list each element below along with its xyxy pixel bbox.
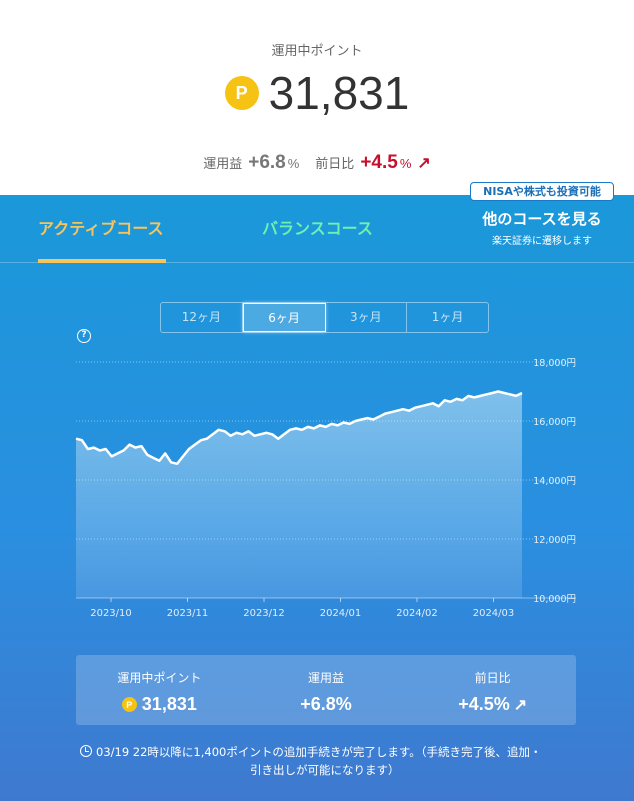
trend-up-icon: ↗	[513, 696, 528, 714]
summary-daily-label: 前日比	[474, 671, 511, 685]
notice-text: 03/19 22時以降に1,400ポイントの追加手続きが完了します。（手続き完了…	[80, 743, 580, 779]
daily-label: 前日比	[315, 157, 355, 172]
summary-box: 運用中ポイント P 31,831 運用益 +6.8% 前日比 +4.5% ↗	[76, 655, 576, 725]
course-panel: アクティブコース バランスコース NISAや株式も投資可能 他のコースを見る 楽…	[0, 182, 634, 801]
tab-balance-course[interactable]: バランスコース	[262, 215, 373, 239]
summary-profit: 運用益 +6.8%	[243, 655, 410, 725]
points-label: 運用中ポイント	[271, 44, 363, 59]
trend-up-icon: ↗	[417, 155, 431, 172]
notice-line2: 引き出しが可能になります）	[250, 763, 400, 777]
period-12m[interactable]: 12ヶ月	[161, 303, 243, 332]
points-value: 31,831	[268, 67, 410, 119]
point-coin-icon: P	[224, 76, 259, 110]
period-selector: 12ヶ月 6ヶ月 3ヶ月 1ヶ月	[160, 302, 489, 333]
point-coin-icon: P	[121, 697, 137, 712]
period-6m[interactable]: 6ヶ月	[242, 303, 326, 332]
summary-points-label: 運用中ポイント	[117, 671, 202, 685]
x-tick-label: 2023/12	[243, 608, 285, 619]
y-tick-label: 14,000円	[533, 476, 576, 487]
period-1m[interactable]: 1ヶ月	[407, 303, 488, 332]
summary-daily-value: +4.5%	[458, 694, 510, 714]
summary-points-value-row: P 31,831	[76, 694, 243, 715]
y-tick-label: 18,000円	[533, 358, 576, 369]
points-row: P 31,831	[0, 66, 634, 120]
points-chart: 18,000円 16,000円 14,000円 12,000円 10,000円 2023/…	[75, 358, 576, 619]
summary-profit-label: 運用益	[308, 671, 345, 685]
summary-profit-value: +6.8%	[300, 694, 352, 714]
y-tick-label: 10,000円	[533, 594, 576, 605]
y-tick-label: 12,000円	[533, 535, 576, 546]
help-icon[interactable]: ?	[77, 329, 91, 343]
summary-daily-value-row: +4.5% ↗	[409, 694, 576, 715]
clock-icon	[80, 745, 92, 757]
x-tick-label: 2024/02	[396, 608, 438, 619]
tab-active-course[interactable]: アクティブコース	[38, 215, 163, 239]
other-course-subtext: 楽天証券に遷移します	[492, 236, 592, 247]
daily-value: +4.5	[360, 152, 398, 173]
stats-row: 運用益 +6.8 % 前日比 +4.5 % ↗	[0, 152, 634, 174]
summary-header: 運用中ポイント P 31,831 運用益 +6.8 % 前日比 +4.5 % ↗	[0, 0, 634, 195]
x-tick-label: 2024/03	[473, 608, 515, 619]
active-tab-indicator	[38, 259, 166, 263]
course-tabs: アクティブコース バランスコース NISAや株式も投資可能 他のコースを見る 楽…	[0, 182, 634, 263]
y-tick-label: 16,000円	[533, 417, 576, 428]
daily-unit: %	[399, 156, 412, 171]
profit-label: 運用益	[203, 157, 243, 172]
other-course-link[interactable]: 他のコースを見る	[470, 208, 614, 229]
x-tick-label: 2023/10	[90, 608, 132, 619]
profit-unit: %	[287, 156, 300, 171]
summary-daily: 前日比 +4.5% ↗	[409, 655, 576, 725]
nisa-badge: NISAや株式も投資可能	[470, 182, 614, 201]
summary-points-value: 31,831	[141, 694, 197, 714]
x-tick-label: 2024/01	[320, 608, 362, 619]
profit-value: +6.8	[248, 152, 286, 173]
notice-line1: 03/19 22時以降に1,400ポイントの追加手続きが完了します。（手続き完了…	[96, 745, 542, 759]
x-tick-label: 2023/11	[167, 608, 209, 619]
summary-points: 運用中ポイント P 31,831	[76, 655, 243, 725]
period-3m[interactable]: 3ヶ月	[326, 303, 408, 332]
chart-area	[76, 391, 522, 598]
